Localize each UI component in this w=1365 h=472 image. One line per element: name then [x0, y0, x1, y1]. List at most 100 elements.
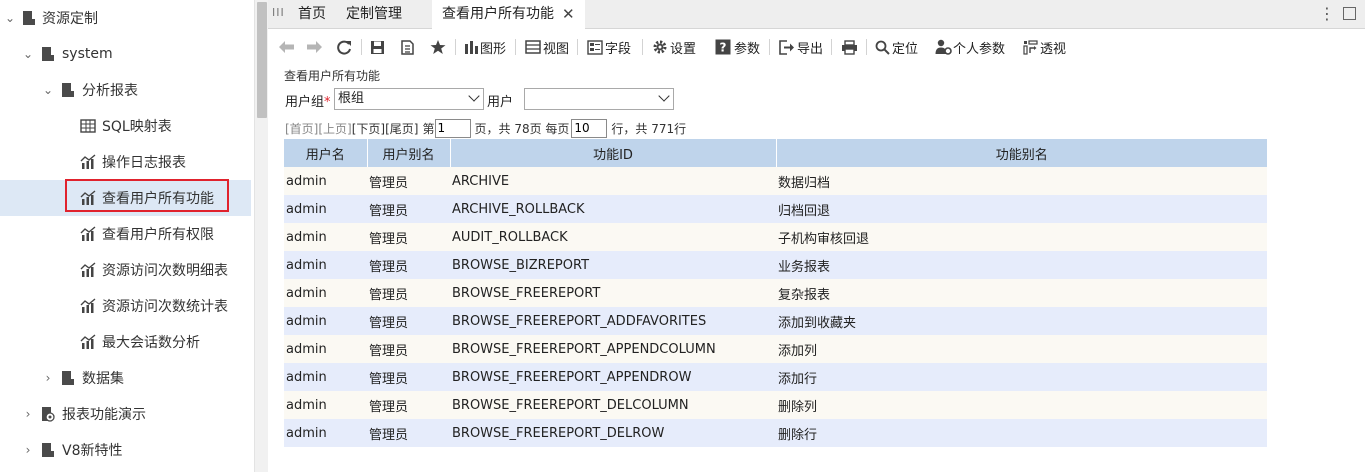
- tree-item-label: V8新特性: [62, 443, 123, 459]
- page-size-input[interactable]: [571, 118, 608, 138]
- table-row: admin 管理员 BROWSE_BIZREPORT 业务报表: [284, 251, 1267, 279]
- pivot-icon: [1023, 39, 1038, 55]
- export-button[interactable]: 导出: [779, 38, 823, 57]
- tree-item-access-detail[interactable]: 资源访问次数明细表: [0, 252, 251, 288]
- user-group-value: 根组: [338, 91, 365, 106]
- chevron-down-icon: [658, 90, 670, 102]
- tree-item-system[interactable]: ⌄ system: [0, 36, 251, 72]
- tab-user-functions[interactable]: 查看用户所有功能 ✕: [432, 0, 585, 29]
- next-page-link[interactable]: [下页]: [352, 120, 385, 137]
- prev-page-link[interactable]: [上页]: [318, 120, 351, 137]
- tab-home[interactable]: 首页: [298, 0, 326, 29]
- tree-item-label: 报表功能演示: [62, 407, 146, 423]
- last-page-link[interactable]: [尾页]: [385, 120, 418, 137]
- forward-button[interactable]: [306, 38, 323, 56]
- first-page-link[interactable]: [首页]: [285, 120, 318, 137]
- pager: [首页] [上页] [下页] [尾页] 第 页，共 78页 每页 行，共 771…: [285, 118, 686, 138]
- column-header-username[interactable]: 用户名: [284, 139, 368, 167]
- cell-function-id: AUDIT_ROLLBACK: [450, 223, 776, 251]
- cell-function-alias: 业务报表: [776, 251, 1267, 279]
- tab-label: 查看用户所有功能: [442, 6, 554, 22]
- table-row: admin 管理员 BROWSE_FREEREPORT_DELCOLUMN 删除…: [284, 391, 1267, 419]
- column-header-function-alias[interactable]: 功能别名: [776, 139, 1267, 167]
- tree-item-user-permissions[interactable]: 查看用户所有权限: [0, 216, 251, 252]
- grip-icon[interactable]: III: [272, 6, 285, 19]
- folder-icon: [42, 47, 54, 61]
- refresh-button[interactable]: [337, 38, 352, 56]
- chevron-down-icon[interactable]: ⌄: [4, 12, 16, 24]
- chevron-down-icon[interactable]: ⌄: [22, 48, 34, 60]
- chevron-right-icon[interactable]: ›: [42, 372, 54, 384]
- tree-item-report-demo[interactable]: › 报表功能演示: [0, 396, 251, 432]
- cell-username: admin: [284, 195, 367, 223]
- cell-function-id: ARCHIVE: [450, 167, 776, 195]
- back-button[interactable]: [278, 38, 295, 56]
- folder-icon: [62, 83, 74, 97]
- settings-label: 设置: [670, 41, 697, 57]
- user-group-label: 用户组*: [285, 91, 331, 110]
- table-row: admin 管理员 ARCHIVE_ROLLBACK 归档回退: [284, 195, 1267, 223]
- report-chart-icon: [80, 262, 96, 277]
- user-group-select[interactable]: 根组: [334, 88, 484, 110]
- tree-item-label: 资源访问次数明细表: [102, 263, 228, 279]
- tab-custom-management[interactable]: 定制管理: [346, 0, 402, 29]
- report-chart-icon: [80, 334, 96, 349]
- cell-function-id: BROWSE_FREEREPORT_DELCOLUMN: [450, 391, 776, 419]
- chevron-down-icon[interactable]: ⌄: [42, 84, 54, 96]
- tree-item-v8-features[interactable]: › V8新特性: [0, 432, 251, 468]
- cell-username: admin: [284, 419, 367, 447]
- print-button[interactable]: [841, 38, 858, 56]
- user-label: 用户: [487, 95, 514, 110]
- params-button[interactable]: ? 参数: [715, 38, 760, 57]
- tree-item-label: 最大会话数分析: [102, 335, 200, 351]
- report-title: 查看用户所有功能: [284, 69, 381, 83]
- tree-item-label: 资源访问次数统计表: [102, 299, 228, 315]
- column-header-function-id[interactable]: 功能ID: [450, 139, 777, 167]
- report-chart-icon: [80, 154, 96, 169]
- cell-username: admin: [284, 251, 367, 279]
- tree-item-max-sessions[interactable]: 最大会话数分析: [0, 324, 251, 360]
- locate-button[interactable]: 定位: [875, 38, 919, 57]
- tree-item-datasets[interactable]: › 数据集: [0, 360, 251, 396]
- tree-item-resource-custom[interactable]: ⌄ 资源定制: [0, 0, 251, 36]
- locate-label: 定位: [892, 41, 919, 57]
- field-button[interactable]: 字段: [587, 38, 632, 57]
- tree-item-operation-log[interactable]: 操作日志报表: [0, 144, 251, 180]
- cell-user-alias: 管理员: [367, 167, 450, 195]
- column-header-user-alias[interactable]: 用户别名: [367, 139, 451, 167]
- close-icon[interactable]: ✕: [562, 0, 575, 29]
- more-vertical-icon[interactable]: ⋮: [1319, 4, 1335, 23]
- user-select[interactable]: [524, 88, 674, 110]
- tree-item-sql-mapping[interactable]: SQL映射表: [0, 108, 251, 144]
- toolbar-separator: [455, 39, 456, 55]
- save-as-icon: [401, 39, 414, 55]
- save-button[interactable]: [370, 38, 385, 56]
- cell-user-alias: 管理员: [367, 307, 450, 335]
- scrollbar-thumb[interactable]: [257, 2, 267, 118]
- cell-function-alias: 添加行: [776, 363, 1267, 391]
- user-group-label-text: 用户组: [285, 95, 325, 110]
- chart-button[interactable]: 图形: [464, 38, 506, 57]
- save-as-button[interactable]: [400, 38, 415, 56]
- toolbar-separator: [577, 39, 578, 55]
- total-rows-text: 行，共 771行: [611, 121, 687, 136]
- tree-item-label: 数据集: [82, 371, 124, 387]
- tree-item-analysis-reports[interactable]: ⌄ 分析报表: [0, 72, 251, 108]
- tree-item-label: 资源定制: [42, 11, 98, 27]
- pivot-button[interactable]: 透视: [1023, 38, 1066, 57]
- view-button[interactable]: 视图: [525, 38, 569, 57]
- chevron-right-icon[interactable]: ›: [22, 444, 34, 456]
- gear-icon: [653, 40, 667, 54]
- export-icon: [779, 39, 794, 55]
- settings-button[interactable]: 设置: [652, 38, 697, 57]
- maximize-icon[interactable]: [1343, 7, 1356, 20]
- tree-item-access-stats[interactable]: 资源访问次数统计表: [0, 288, 251, 324]
- table-row: admin 管理员 AUDIT_ROLLBACK 子机构审核回退: [284, 223, 1267, 251]
- sidebar-scrollbar[interactable]: [254, 0, 268, 472]
- favorite-button[interactable]: [430, 38, 446, 56]
- chevron-right-icon[interactable]: ›: [22, 408, 34, 420]
- personal-params-button[interactable]: 个人参数: [935, 38, 1005, 57]
- refresh-icon: [337, 40, 351, 55]
- page-number-input[interactable]: [434, 118, 471, 138]
- field-label: 字段: [605, 41, 632, 57]
